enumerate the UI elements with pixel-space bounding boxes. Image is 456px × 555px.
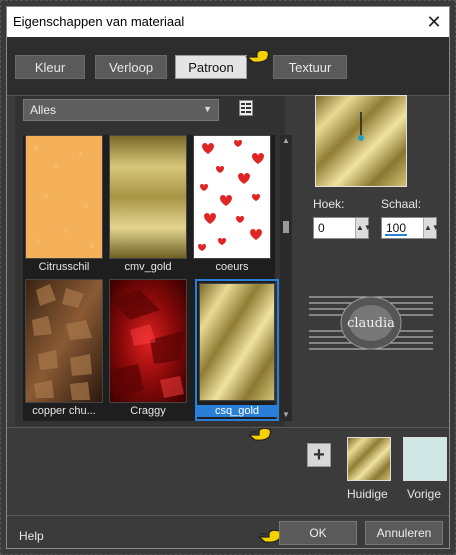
pattern-name: coeurs xyxy=(215,261,249,273)
pattern-swatch-copper-chunks[interactable] xyxy=(25,279,103,403)
pattern-preview[interactable] xyxy=(315,95,407,187)
scrollbar-thumb[interactable] xyxy=(283,221,289,233)
pattern-swatch-craggy[interactable] xyxy=(109,279,187,403)
close-icon[interactable]: ✕ xyxy=(423,11,445,33)
watermark-logo: claudia xyxy=(309,291,433,355)
pattern-name: Citrusschil xyxy=(38,261,90,273)
spinner-dropdown-icon[interactable]: ▲▼ xyxy=(355,218,372,238)
tab-patroon[interactable]: Patroon xyxy=(175,55,247,79)
pointing-hand-icon xyxy=(245,45,271,65)
pattern-name: copper chu... xyxy=(32,405,96,417)
chevron-up-icon[interactable]: ▲ xyxy=(280,135,292,147)
scale-input[interactable]: 100 ▲▼ xyxy=(381,217,440,239)
pattern-swatch-coeurs[interactable] xyxy=(193,135,271,259)
angle-label: Hoek: xyxy=(313,197,345,211)
pattern-swatch-citrusschil[interactable] xyxy=(25,135,103,259)
help-link[interactable]: Help xyxy=(19,529,44,543)
screenshot-frame: Eigenschappen van materiaal ✕ Kleur Verl… xyxy=(0,0,456,555)
category-dropdown-value: Alles xyxy=(30,103,57,117)
spinner-dropdown-icon[interactable]: ▲▼ xyxy=(423,218,440,238)
pattern-scrollbar[interactable]: ▲ ▼ xyxy=(280,135,292,421)
add-pattern-button[interactable]: + xyxy=(307,443,331,467)
material-properties-dialog: Eigenschappen van materiaal ✕ Kleur Verl… xyxy=(6,6,450,549)
pattern-name-selected: csq_gold xyxy=(197,405,277,417)
svg-text:claudia: claudia xyxy=(347,316,395,331)
pattern-swatch-cmv-gold[interactable] xyxy=(109,135,187,259)
chevron-down-icon: ▼ xyxy=(203,104,212,114)
previous-label: Vorige xyxy=(407,487,442,501)
angle-value: 0 xyxy=(318,221,325,235)
scale-label: Schaal: xyxy=(381,197,422,211)
pattern-grid: Citrusschil cmv_gold coeurs copper chu..… xyxy=(23,135,279,441)
scale-value: 100 xyxy=(386,221,407,235)
category-dropdown[interactable]: Alles ▼ xyxy=(23,99,219,121)
pattern-name: cmv_gold xyxy=(124,261,172,273)
angle-input[interactable]: 0 ▲▼ xyxy=(313,217,372,239)
current-material-swatch[interactable] xyxy=(347,437,391,481)
tab-verloop[interactable]: Verloop xyxy=(95,55,167,79)
selection-outline xyxy=(195,279,279,421)
scale-slider-bar xyxy=(385,234,407,236)
tab-textuur[interactable]: Textuur xyxy=(273,55,347,79)
window-title: Eigenschappen van materiaal xyxy=(13,14,185,29)
tab-kleur[interactable]: Kleur xyxy=(15,55,85,79)
title-bar: Eigenschappen van materiaal ✕ xyxy=(7,7,449,37)
cancel-button[interactable]: Annuleren xyxy=(365,521,443,545)
list-view-icon[interactable] xyxy=(239,100,253,116)
chevron-down-icon[interactable]: ▼ xyxy=(280,409,292,421)
pattern-name: Craggy xyxy=(130,405,166,417)
current-label: Huidige xyxy=(347,487,388,501)
ok-button[interactable]: OK xyxy=(279,521,357,545)
previous-material-swatch[interactable] xyxy=(403,437,447,481)
